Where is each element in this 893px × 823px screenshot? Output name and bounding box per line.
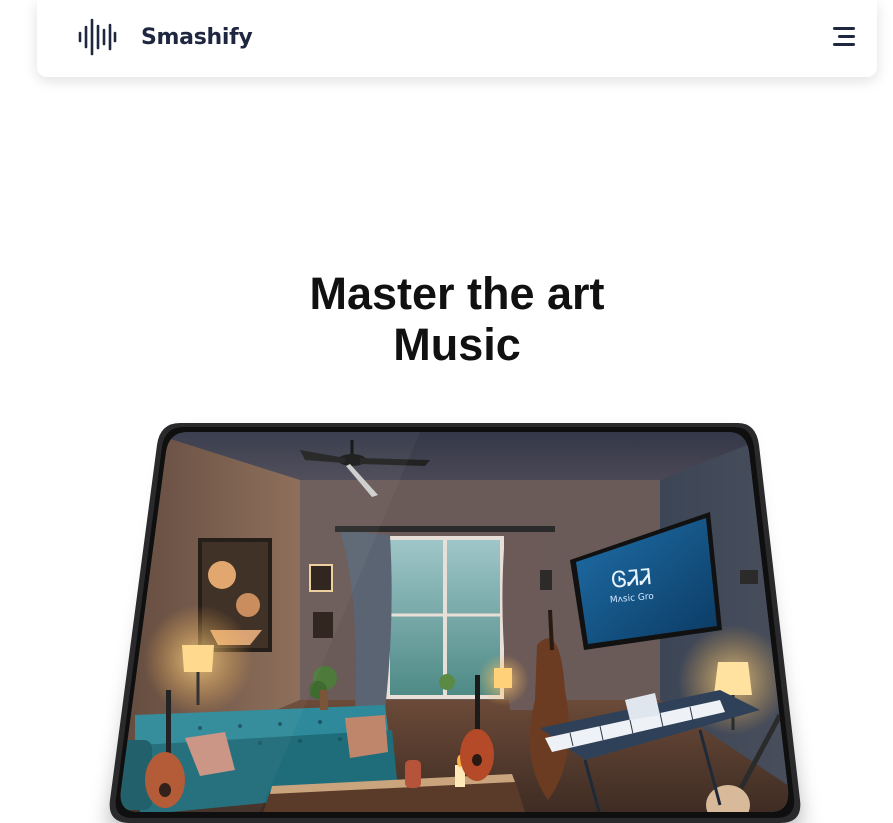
device-showcase: ᎶᏘᏘ Mʌsic Gro [0, 0, 893, 823]
tablet-mockup: ᎶᏘᏘ Mʌsic Gro [109, 423, 801, 823]
tv-logo-text: ᎶᏘᏘ [610, 565, 652, 593]
